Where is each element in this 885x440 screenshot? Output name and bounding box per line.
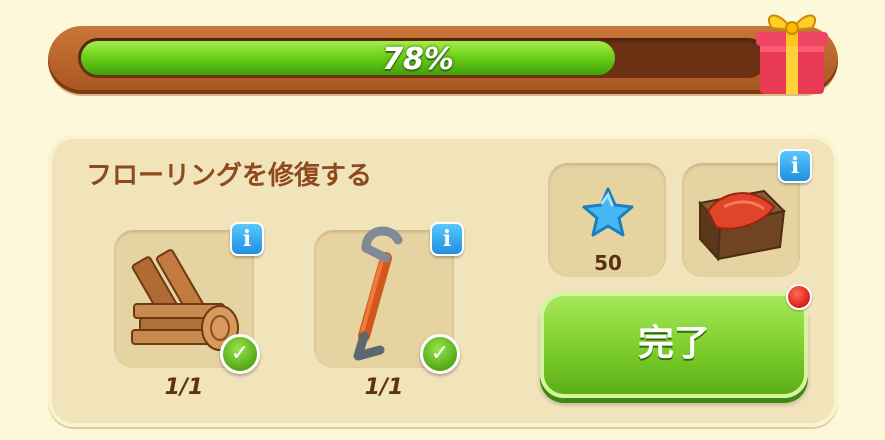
- progress-bar: 78%: [48, 26, 838, 94]
- info-button[interactable]: i: [430, 222, 464, 256]
- reward-slot-crate[interactable]: i: [682, 149, 812, 277]
- task-title: フローリングを修復する: [86, 161, 373, 191]
- requirement-count: 1/1: [164, 375, 204, 400]
- blue-star-icon: [582, 187, 634, 237]
- info-button[interactable]: i: [778, 149, 812, 183]
- notification-dot: [786, 284, 812, 310]
- info-button[interactable]: i: [230, 222, 264, 256]
- reward-count: 50: [594, 251, 622, 275]
- requirement-count: 1/1: [364, 375, 404, 400]
- requirement-slot-crowbar[interactable]: i ✓: [314, 222, 464, 374]
- crate-with-red-cloth-icon: [698, 189, 787, 262]
- requirement-slot-planks[interactable]: i ✓: [114, 222, 264, 374]
- check-icon: ✓: [420, 334, 460, 374]
- task-panel: フローリングを修復する i ✓ 1/1 i ✓ 1/1 50 i 完了: [48, 135, 838, 427]
- progress-percent: 78%: [382, 42, 454, 77]
- complete-button[interactable]: 完了: [540, 292, 808, 398]
- check-icon: ✓: [220, 334, 260, 374]
- gift-box-icon[interactable]: [750, 0, 834, 98]
